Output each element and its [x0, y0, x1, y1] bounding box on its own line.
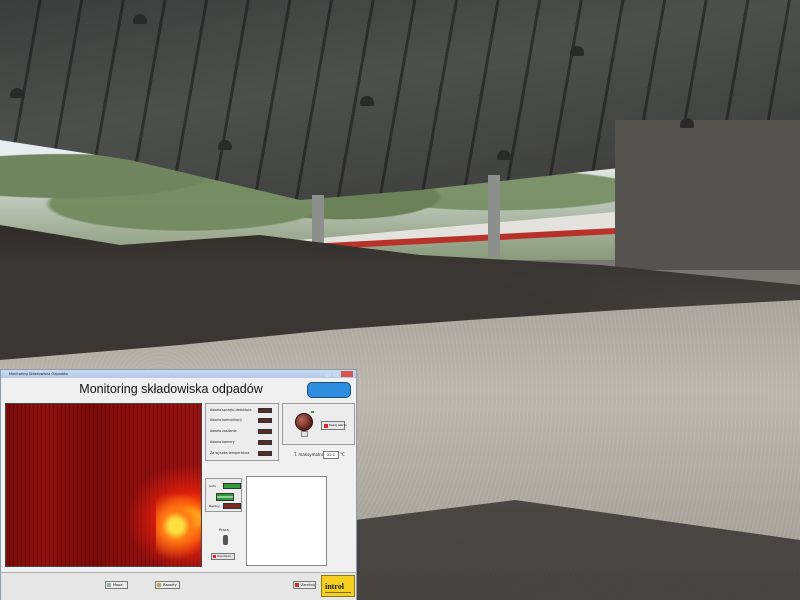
status-label: Awaria kamery [210, 440, 235, 444]
exit-icon [295, 583, 299, 587]
ceiling-lamp [218, 140, 232, 150]
thermal-hotspot [156, 494, 201, 566]
start-label: Uruchom [217, 554, 231, 558]
ack-alarm-label: Kasuj alarm [329, 423, 347, 427]
status-indicator-led [307, 382, 351, 398]
event-log-panel[interactable] [246, 476, 327, 566]
status-row: Awaria zasilania [210, 428, 274, 435]
app-title: Monitoring składowiska odpadów [79, 382, 263, 396]
exit-button[interactable]: Zamknij [293, 581, 316, 589]
minimize-button[interactable] [325, 371, 331, 377]
knob-indicator [311, 411, 314, 413]
mode-label: Auto [209, 484, 216, 488]
ceiling-lamp [10, 88, 24, 98]
introl-logo: introl [321, 575, 355, 597]
mode-switch-panel: Auto Ręczny [205, 478, 242, 512]
logo-text: introl [325, 582, 344, 591]
map-icon [107, 583, 111, 587]
status-led [258, 418, 272, 423]
support-post [488, 175, 500, 257]
bottom-toolbar: Mapa Raporty Zamknij introl [1, 572, 356, 600]
mode-indicator [223, 483, 241, 489]
ceiling-lamp [133, 14, 147, 24]
alarm-icon [324, 424, 328, 428]
map-button-label: Mapa [113, 583, 123, 587]
map-button[interactable]: Mapa [105, 581, 128, 589]
status-label: Awaria zasilania [210, 429, 237, 433]
alarm-panel: Kasuj alarm [282, 403, 355, 445]
status-led [258, 451, 272, 456]
exit-button-label: Zamknij [301, 583, 316, 587]
status-led [258, 429, 272, 434]
window-titlebar[interactable]: Monitoring Składowiska Odpadów [1, 370, 356, 378]
window-title: Monitoring Składowiska Odpadów [9, 372, 69, 376]
status-led [258, 440, 272, 445]
ceiling-lamp [360, 96, 374, 106]
work-toggle-switch[interactable] [223, 535, 228, 545]
knob-value-box [301, 431, 308, 437]
reports-button-label: Raporty [163, 583, 177, 587]
alarm-knob[interactable] [295, 413, 313, 431]
status-label: Awaria sprzętu detektora [210, 408, 252, 412]
ceiling-lamp [497, 150, 511, 160]
start-button[interactable]: Uruchom [211, 553, 235, 560]
monitoring-app-window: Monitoring Składowiska Odpadów Monitorin… [0, 369, 357, 600]
hall-wall [615, 120, 800, 270]
status-row: Awaria kamery [210, 439, 274, 446]
fault-status-panel: Awaria sprzętu detektora Awaria komunika… [205, 403, 279, 461]
ceiling-lamp [570, 46, 584, 56]
close-window-button[interactable] [341, 371, 353, 377]
mode-slider[interactable] [216, 493, 234, 501]
status-label: Za wysoka temperatura [210, 451, 250, 455]
max-temp-unit: °C [340, 452, 345, 457]
logo-underline [325, 592, 351, 593]
ack-alarm-button[interactable]: Kasuj alarm [321, 421, 347, 430]
mode-indicator [223, 503, 241, 509]
status-row: Awaria sprzętu detektora [210, 407, 274, 414]
maximize-button[interactable] [333, 371, 339, 377]
mode-row-manual[interactable]: Ręczny [209, 502, 243, 510]
mode-label: Ręczny [209, 504, 220, 508]
max-temp-label: T. maksymalna [294, 452, 325, 457]
mode-row-auto[interactable]: Auto [209, 482, 243, 490]
start-icon [213, 555, 216, 558]
ceiling-lamp [680, 118, 694, 128]
reports-icon [157, 583, 161, 587]
status-label: Awaria komunikacji [210, 418, 242, 422]
status-row: Awaria komunikacji [210, 417, 274, 424]
control-label: Praca [219, 528, 229, 532]
status-led [258, 408, 272, 413]
reports-button[interactable]: Raporty [155, 581, 180, 589]
thermal-image-view [5, 403, 202, 567]
max-temp-value: 22.1 [323, 451, 339, 459]
status-row: Za wysoka temperatura [210, 450, 274, 457]
